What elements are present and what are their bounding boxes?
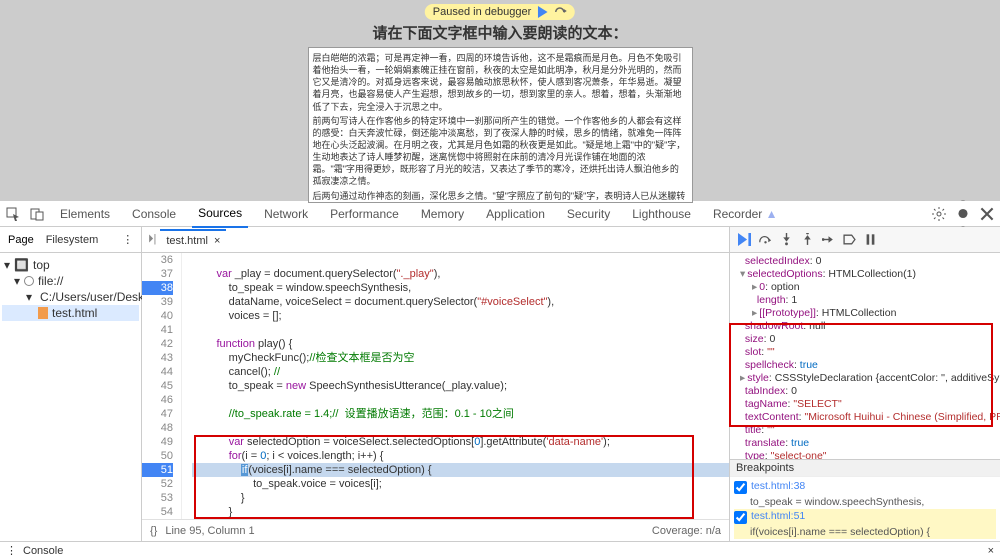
cursor-position: Line 95, Column 1 xyxy=(165,525,254,537)
console-drawer-tab[interactable]: Console xyxy=(23,545,63,557)
drawer-close-icon[interactable]: × xyxy=(988,545,994,557)
tab-recorder[interactable]: Recorder ▲ xyxy=(707,201,784,227)
step-out-icon[interactable] xyxy=(801,233,814,246)
breakpoints-list: test.html:38to_speak = window.speechSynt… xyxy=(730,477,1000,541)
resume-icon[interactable] xyxy=(738,233,751,246)
tree-origin[interactable]: ▾file:// xyxy=(2,273,139,289)
nav-icon[interactable]: ⏵| xyxy=(148,233,156,246)
step-icon[interactable] xyxy=(555,6,567,18)
file-tree: ▾🔲top ▾file:// ▾C:/Users/user/Desktop te… xyxy=(0,253,141,541)
paused-label: Paused in debugger xyxy=(433,6,531,18)
coverage-status: Coverage: n/a xyxy=(652,525,721,537)
tree-folder[interactable]: ▾C:/Users/user/Desktop xyxy=(2,289,139,305)
scope-panel[interactable]: selectedIndex: 0▾selectedOptions: HTMLCo… xyxy=(730,253,1000,459)
braces-icon[interactable]: {} xyxy=(150,525,157,537)
tab-sources[interactable]: Sources xyxy=(192,200,248,228)
paused-overlay: Paused in debugger xyxy=(425,4,575,20)
breakpoints-header[interactable]: Breakpoints xyxy=(730,459,1000,477)
pause-on-exceptions-icon[interactable] xyxy=(864,233,877,246)
devtools-toolbar: Elements Console Sources Network Perform… xyxy=(0,201,1000,227)
subtab-filesystem[interactable]: Filesystem xyxy=(46,229,99,251)
text-input-box[interactable]: 层白皑皑的浓霜；可是再定神一看，四周的环境告诉他，这不是霜痕而是月色。月色不免吸… xyxy=(308,47,693,203)
file-icon xyxy=(38,307,48,319)
step-into-icon[interactable] xyxy=(780,233,793,246)
tab-network[interactable]: Network xyxy=(258,201,314,227)
deactivate-breakpoints-icon[interactable] xyxy=(843,233,856,246)
step-over-icon[interactable] xyxy=(759,233,772,246)
step-icon[interactable] xyxy=(822,233,835,246)
gear-icon[interactable] xyxy=(932,207,946,221)
inspect-icon[interactable] xyxy=(6,207,20,221)
tree-file[interactable]: test.html xyxy=(2,305,139,321)
kebab-icon[interactable] xyxy=(956,207,970,221)
subtab-page[interactable]: Page xyxy=(8,229,34,251)
tab-application[interactable]: Application xyxy=(480,201,551,227)
breakpoint-item[interactable]: test.html:38 xyxy=(734,479,996,495)
tab-console[interactable]: Console xyxy=(126,201,182,227)
breakpoint-item[interactable]: test.html:51 xyxy=(734,509,996,525)
page-title: 请在下面文字框中输入要朗读的文本： xyxy=(0,22,1000,43)
play-icon[interactable] xyxy=(537,6,549,18)
tab-performance[interactable]: Performance xyxy=(324,201,405,227)
close-icon[interactable] xyxy=(980,207,994,221)
breakpoint-checkbox[interactable] xyxy=(734,481,747,494)
more-icon[interactable]: ⋮ xyxy=(122,233,133,246)
editor-tab[interactable]: test.html × xyxy=(160,229,226,251)
tab-close-icon[interactable]: × xyxy=(214,235,220,247)
tree-top[interactable]: ▾🔲top xyxy=(2,257,139,273)
tab-elements[interactable]: Elements xyxy=(54,201,116,227)
tab-memory[interactable]: Memory xyxy=(415,201,470,227)
tab-lighthouse[interactable]: Lighthouse xyxy=(626,201,697,227)
breakpoint-checkbox[interactable] xyxy=(734,511,747,524)
tab-security[interactable]: Security xyxy=(561,201,616,227)
console-expand-icon[interactable]: ⋮ xyxy=(6,544,17,557)
debugger-controls xyxy=(730,227,1000,253)
device-icon[interactable] xyxy=(30,207,44,221)
page-preview: Paused in debugger 请在下面文字框中输入要朗读的文本： 层白皑… xyxy=(0,0,1000,200)
